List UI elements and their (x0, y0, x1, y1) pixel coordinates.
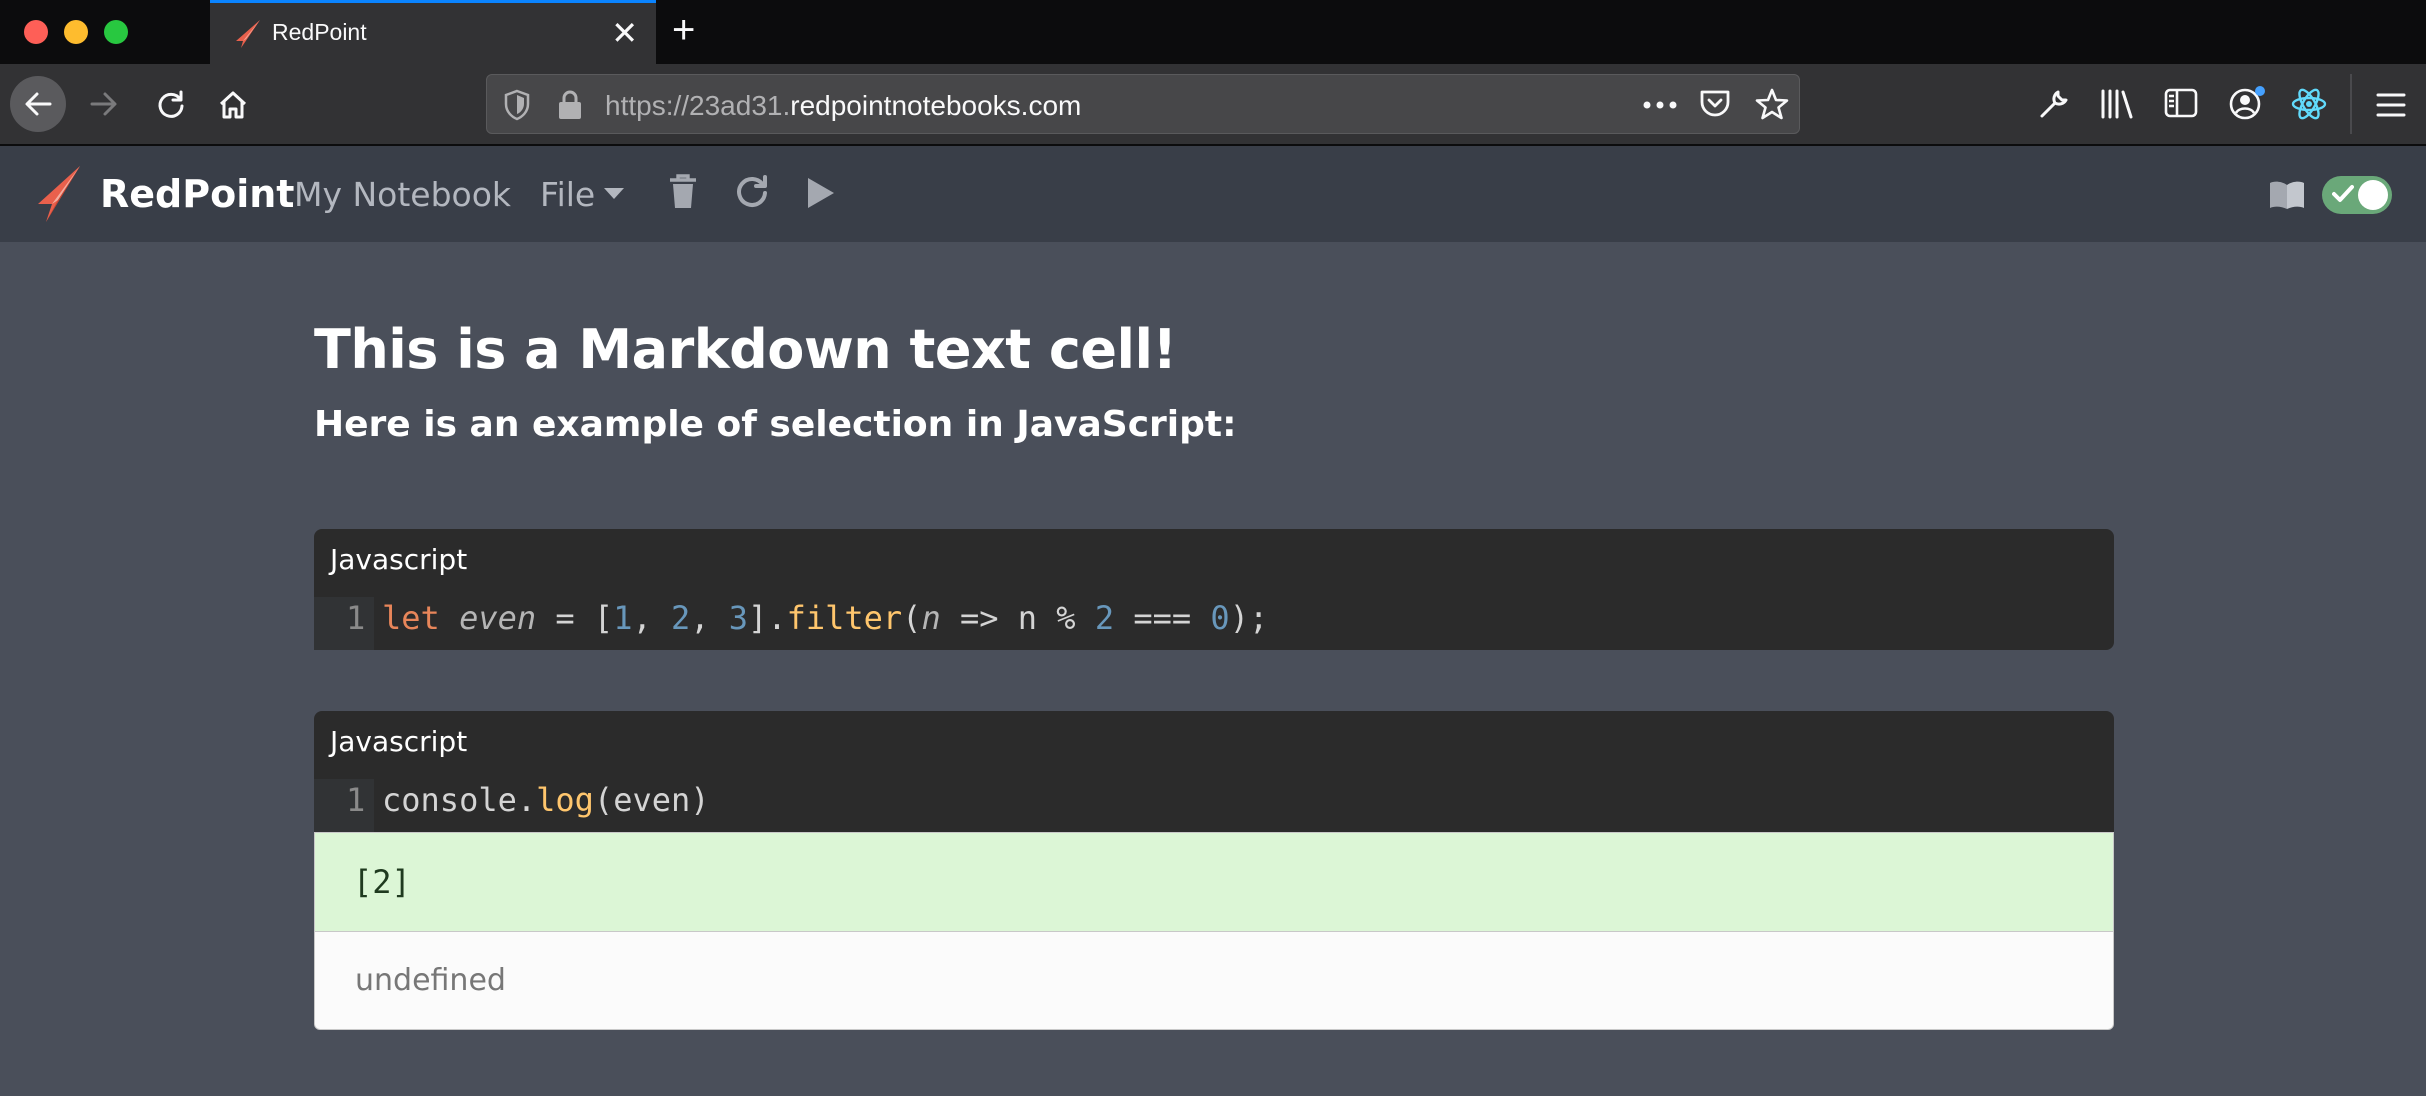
toggle-knob (2358, 180, 2388, 210)
browser-nav-bar: https://23ad31.redpointnotebooks.com (0, 64, 2426, 146)
redpoint-logo-icon (38, 166, 80, 222)
pocket-icon[interactable] (1699, 89, 1731, 119)
code-cell-1[interactable]: Javascript 1 let even = [1, 2, 3].filter… (314, 529, 2114, 650)
reload-button[interactable] (142, 76, 198, 132)
window-zoom-button[interactable] (104, 20, 128, 44)
page-actions-icon[interactable] (1643, 101, 1677, 109)
return-value-text: undefined (355, 963, 506, 998)
reload-icon (158, 90, 184, 118)
cell-language-label: Javascript (330, 725, 468, 758)
trash-icon[interactable] (668, 174, 698, 210)
token-number: 2 (670, 599, 691, 637)
markdown-subheading: Here is an example of selection in JavaS… (314, 404, 1237, 445)
cell-output: [2] undefined (314, 832, 2114, 1030)
token-number: 2 (1094, 599, 1115, 637)
code-editor-line[interactable]: let even = [1, 2, 3].filter(n => n % 2 =… (382, 599, 1268, 637)
hamburger-menu-icon[interactable] (2376, 92, 2406, 118)
line-number: 1 (346, 599, 366, 637)
app-brand[interactable]: RedPoint (100, 172, 294, 216)
toolbar-divider (2350, 74, 2352, 134)
window-minimize-button[interactable] (64, 20, 88, 44)
tab-close-icon[interactable]: ✕ (611, 15, 638, 51)
url-domain: redpointnotebooks.com (790, 90, 1082, 121)
token-keyword: let (382, 599, 440, 637)
app-header: RedPoint My Notebook File (0, 146, 2426, 242)
line-number: 1 (346, 781, 366, 819)
token-number: 1 (613, 599, 633, 637)
token-punct: , (690, 599, 729, 637)
url-text[interactable]: https://23ad31.redpointnotebooks.com (605, 90, 1081, 122)
chevron-down-icon[interactable] (604, 188, 624, 200)
forward-button[interactable] (76, 76, 132, 132)
window-close-button[interactable] (24, 20, 48, 44)
cell-stdout: [2] (315, 833, 2113, 932)
token-punct: (even) (593, 781, 710, 819)
code-editor-line[interactable]: console.log(even) (382, 781, 710, 819)
token-punct: => n % (940, 599, 1095, 637)
token-number: 3 (728, 599, 749, 637)
account-icon[interactable] (2228, 84, 2268, 122)
checkmark-icon (2332, 185, 2354, 202)
markdown-heading: This is a Markdown text cell! (314, 318, 1177, 381)
token-punct: ]. (748, 599, 787, 637)
token-punct: ); (1229, 599, 1269, 637)
tab-title: RedPoint (272, 19, 367, 45)
browser-tab-redpoint[interactable]: RedPoint ✕ (210, 0, 656, 64)
home-button[interactable] (204, 76, 260, 132)
mode-toggle-switch[interactable] (2322, 176, 2392, 214)
notebook-name[interactable]: My Notebook (294, 175, 511, 214)
token-punct: ( (902, 599, 922, 637)
home-icon (219, 91, 247, 119)
token-variable: even (459, 599, 537, 637)
cell-language-label: Javascript (330, 543, 468, 576)
token-punct: , (632, 599, 671, 637)
restart-icon[interactable] (734, 174, 770, 210)
token-punct: === (1114, 599, 1211, 637)
sidebar-icon[interactable] (2164, 88, 2198, 118)
play-run-icon[interactable] (806, 176, 836, 210)
token-punct: = [ (536, 599, 614, 637)
bookmark-star-icon[interactable] (1755, 87, 1789, 121)
url-bar[interactable]: https://23ad31.redpointnotebooks.com (486, 74, 1800, 134)
code-cell-2[interactable]: Javascript 1 console.log(even) (314, 711, 2114, 833)
new-tab-button[interactable]: + (672, 10, 695, 50)
token-function: filter (786, 599, 903, 637)
stdout-text: [2] (353, 863, 411, 901)
redpoint-favicon-icon (236, 20, 260, 48)
tracking-shield-icon[interactable] (503, 89, 531, 121)
token-number: 0 (1210, 599, 1230, 637)
browser-tab-strip: RedPoint ✕ + (0, 0, 2426, 64)
arrow-right-icon (90, 92, 117, 116)
token-function: log (536, 781, 594, 819)
token-object: console. (382, 781, 537, 819)
url-prefix: https://23ad31. (605, 90, 791, 121)
token-param: n (921, 599, 941, 637)
book-icon[interactable] (2268, 180, 2306, 210)
wrench-icon[interactable] (2038, 88, 2070, 120)
arrow-left-icon (25, 92, 52, 116)
library-icon[interactable] (2100, 88, 2136, 120)
file-menu-button[interactable]: File (540, 175, 595, 214)
lock-icon[interactable] (557, 89, 583, 121)
back-button[interactable] (10, 76, 66, 132)
react-devtools-icon[interactable] (2290, 86, 2328, 122)
